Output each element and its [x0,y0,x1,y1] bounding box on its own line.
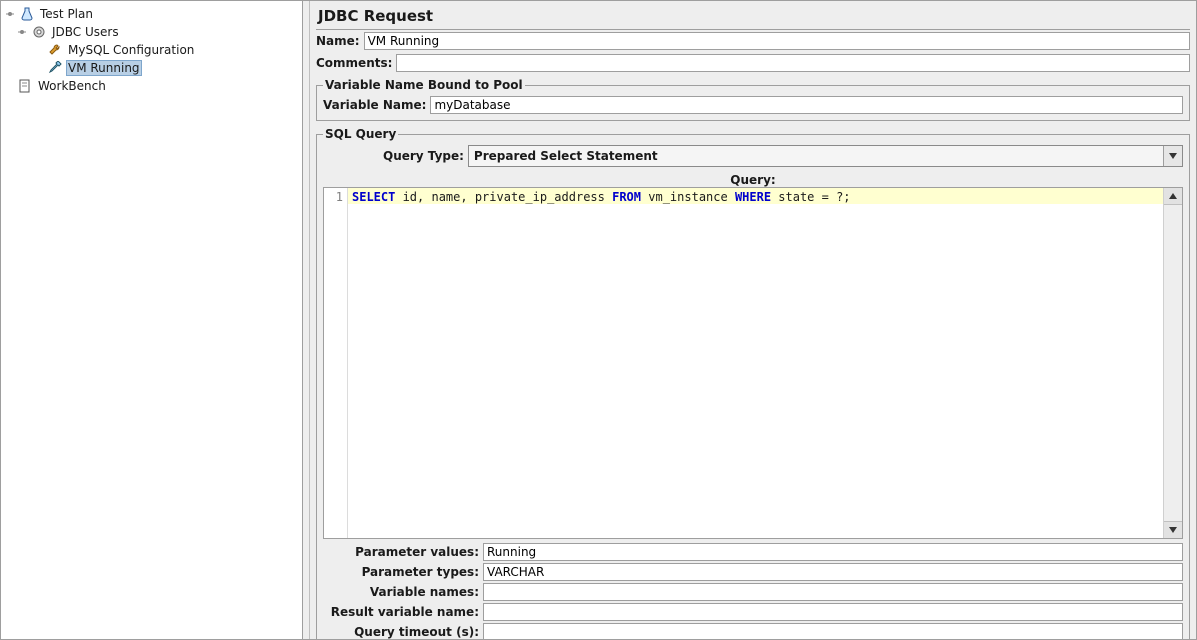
name-label: Name: [316,34,360,48]
tree-item-mysql-config[interactable]: MySQL Configuration [5,41,302,59]
tree-item-vm-running[interactable]: VM Running [5,59,302,77]
timeout-label: Query timeout (s): [323,625,479,639]
name-input[interactable] [364,32,1190,50]
comments-input[interactable] [396,54,1190,72]
beaker-icon [19,6,35,22]
query-type-value: Prepared Select Statement [469,146,1163,166]
tree-panel: Test Plan JDBC Users MySQL Configuration [1,1,303,639]
query-type-label: Query Type: [383,149,464,163]
app-root: Test Plan JDBC Users MySQL Configuration [0,0,1197,640]
pool-legend: Variable Name Bound to Pool [323,78,525,92]
var-names-label: Variable names: [323,585,479,599]
chevron-up-icon [1169,193,1177,199]
tree-item-label: JDBC Users [50,24,121,40]
tree-item-label: VM Running [66,60,142,76]
scroll-up-button[interactable] [1164,188,1182,205]
tree-item-label: WorkBench [36,78,108,94]
tree-item-label: MySQL Configuration [66,42,196,58]
name-row: Name: [316,32,1190,50]
dropdown-button[interactable] [1163,146,1182,166]
query-label: Query: [323,173,1183,187]
param-values-label: Parameter values: [323,545,479,559]
sql-legend: SQL Query [323,127,398,141]
tree-item-test-plan[interactable]: Test Plan [5,5,302,23]
tree[interactable]: Test Plan JDBC Users MySQL Configuration [1,1,302,95]
pipette-icon [47,60,63,76]
splitter[interactable] [303,1,310,639]
query-editor[interactable]: 1 SELECT id, name, private_ip_address FR… [323,187,1183,539]
tree-toggle-icon[interactable] [17,27,27,37]
tree-item-jdbc-users[interactable]: JDBC Users [5,23,302,41]
pool-var-row: Variable Name: [323,96,1183,114]
query-type-row: Query Type: Prepared Select Statement [383,145,1183,167]
editor-gutter: 1 [324,188,348,538]
main-panel: JDBC Request Name: Comments: Variable Na… [310,1,1196,639]
pool-var-label: Variable Name: [323,98,426,112]
gear-icon [31,24,47,40]
tree-item-label: Test Plan [38,6,95,22]
query-type-combo[interactable]: Prepared Select Statement [468,145,1183,167]
editor-scrollbar[interactable] [1163,188,1182,538]
sql-params-grid: Parameter values: Parameter types: Varia… [323,543,1183,639]
wrench-icon [47,42,63,58]
result-var-input[interactable] [483,603,1183,621]
sql-fieldset: SQL Query Query Type: Prepared Select St… [316,127,1190,639]
var-names-input[interactable] [483,583,1183,601]
timeout-input[interactable] [483,623,1183,639]
param-values-input[interactable] [483,543,1183,561]
result-var-label: Result variable name: [323,605,479,619]
pool-fieldset: Variable Name Bound to Pool Variable Nam… [316,78,1190,121]
chevron-down-icon [1169,153,1177,159]
pool-var-input[interactable] [430,96,1183,114]
editor-text[interactable]: SELECT id, name, private_ip_address FROM… [348,188,1163,204]
chevron-down-icon [1169,527,1177,533]
tree-toggle-icon[interactable] [5,9,15,19]
comments-row: Comments: [316,54,1190,72]
tree-item-workbench[interactable]: WorkBench [5,77,302,95]
comments-label: Comments: [316,56,392,70]
param-types-label: Parameter types: [323,565,479,579]
scroll-down-button[interactable] [1164,521,1182,538]
document-icon [17,78,33,94]
editor-area[interactable]: SELECT id, name, private_ip_address FROM… [348,188,1163,538]
param-types-input[interactable] [483,563,1183,581]
scroll-track[interactable] [1164,205,1182,521]
panel-title: JDBC Request [316,3,1190,30]
